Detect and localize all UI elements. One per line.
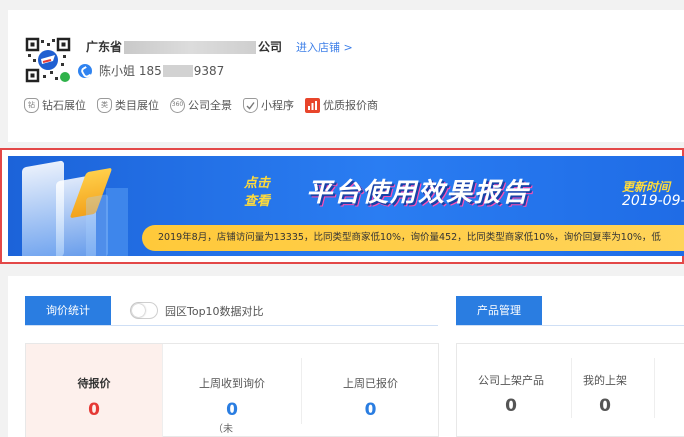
dashboard-panels: 询价统计 园区Top10数据对比 待报价 0 上周收到询价 0 上周已报价 0 … [8,276,684,437]
enter-shop-link[interactable]: 进入店铺 > [296,39,353,55]
badge-label: 钻石展位 [42,99,86,112]
contact-phone-suffix: 9387 [193,63,225,78]
company-name-prefix: 广东省 [86,40,123,54]
phone-icon [78,63,92,78]
divider [654,358,655,418]
top10-compare-toggle[interactable] [130,302,158,319]
update-date: 2019-09- [622,193,684,209]
stat-label: 我的上架 [583,374,627,387]
service-badges: 钻 钻石展位 类 类目展位 360 公司全景 小程序 优质报价商 [24,97,389,113]
tab-product-management[interactable]: 产品管理 [456,296,542,326]
banner-stats-summary: 2019年8月，店铺访问量为13335，比同类型商家低10%，询价量452，比同… [142,225,684,251]
click-line-2: 查看 [243,194,270,209]
badge-label: 公司全景 [188,99,232,112]
company-name: 广东省 公司 [86,38,282,55]
company-qr-code-icon[interactable] [25,37,71,83]
banner-decoration [86,194,108,256]
product-stats-box: 公司上架产品 0 我的上架 0 [456,343,684,437]
tab-underline [456,325,684,326]
tab-underline [25,325,438,326]
stat-pending-quote[interactable]: 待报价 0 [26,344,163,437]
badge-label: 优质报价商 [323,99,378,112]
category-icon: 类 [97,97,112,113]
panorama-360-icon: 360 [170,97,185,113]
banner-decoration [106,188,128,256]
stat-label: 上周收到询价 [199,377,265,390]
stat-my-listed[interactable]: 我的上架 0 [567,344,643,416]
stat-value: 0 [599,396,611,416]
badge-quality-quoter[interactable]: 优质报价商 [305,97,378,113]
usage-report-banner[interactable]: 点击 查看 平台使用效果报告 更新时间 2019-09- 2019年8月，店铺访… [8,156,684,256]
badge-label: 小程序 [261,99,294,112]
banner-title: 平台使用效果报告 [306,178,531,208]
click-to-view[interactable]: 点击 查看 [240,175,274,211]
contact-info: 陈小姐 185 9387 [78,62,224,79]
stat-value: 0 [226,400,238,420]
badge-diamond-booth[interactable]: 钻 钻石展位 [24,97,86,113]
diamond-icon: 钻 [24,97,39,113]
badge-label: 类目展位 [115,99,159,112]
contact-name: 陈小姐 185 [99,64,162,78]
stat-company-listed-products[interactable]: 公司上架产品 0 [467,344,555,416]
phone-redacted [162,64,193,77]
company-name-redacted [124,41,257,54]
stat-value: 0 [88,400,100,420]
company-card: 广东省 公司 进入店铺 > 陈小姐 185 9387 钻 钻石展位 类 类目展位 3… [8,10,684,142]
badge-company-panorama[interactable]: 360 公司全景 [170,97,232,113]
stat-label: 上周已报价 [343,377,398,390]
company-name-suffix: 公司 [258,40,283,54]
quality-quote-icon [305,97,320,113]
stat-value: 0 [505,396,517,416]
badge-mini-program[interactable]: 小程序 [243,97,294,113]
product-note: （未 [213,424,233,435]
top10-compare-label[interactable]: 园区Top10数据对比 [165,303,264,319]
stat-label: 公司上架产品 [478,374,544,387]
report-banner-frame: 点击 查看 平台使用效果报告 更新时间 2019-09- 2019年8月，店铺访… [0,148,684,264]
mini-program-icon [243,97,258,113]
stat-label: 待报价 [77,377,111,390]
stat-value: 0 [364,400,377,420]
tab-inquiry-stats[interactable]: 询价统计 [25,296,111,326]
click-line-1: 点击 [243,176,270,191]
stat-last-week-quoted[interactable]: 上周已报价 0 [301,344,440,437]
badge-category-booth[interactable]: 类 类目展位 [97,97,159,113]
